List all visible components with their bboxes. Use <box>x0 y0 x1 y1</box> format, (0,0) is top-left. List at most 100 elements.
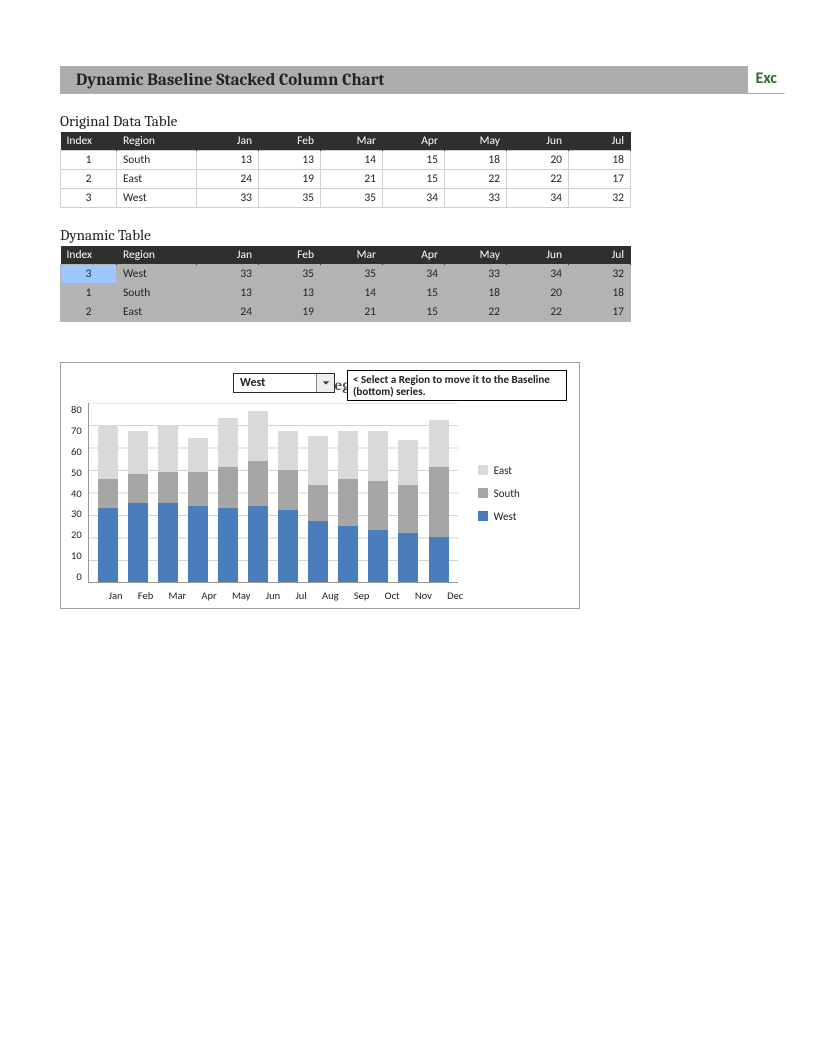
table-header-cell: Jun <box>507 246 569 265</box>
stacked-bar <box>158 425 178 583</box>
table-cell: East <box>117 303 197 322</box>
stacked-bar <box>248 411 268 582</box>
x-tick-label: Dec <box>447 589 463 602</box>
chart-hint-text: < Select a Region to move it to the Base… <box>353 373 550 398</box>
chart-y-axis: 80706050403020100 <box>71 403 88 583</box>
table-cell: 19 <box>259 170 321 189</box>
table-cell: 34 <box>507 265 569 284</box>
bar-segment-east <box>188 438 208 472</box>
table-cell: 32 <box>569 265 631 284</box>
table-header-cell: Region <box>117 246 197 265</box>
bar-segment-east <box>128 431 148 474</box>
table-cell: 15 <box>383 303 445 322</box>
bar-segment-east <box>308 436 328 486</box>
table-row[interactable]: 3West33353534333432 <box>61 265 631 284</box>
table-cell: 32 <box>569 189 631 208</box>
table-cell: 17 <box>569 303 631 322</box>
table-cell: 21 <box>321 170 383 189</box>
table-cell: 19 <box>259 303 321 322</box>
stacked-bar <box>128 431 148 582</box>
table-cell: 20 <box>507 151 569 170</box>
x-tick-label: Jun <box>266 589 280 602</box>
table-header-cell: Index <box>61 132 117 151</box>
stacked-bar <box>278 431 298 582</box>
x-tick-label: Aug <box>322 589 339 602</box>
x-tick-label: Oct <box>385 589 400 602</box>
table-cell: 21 <box>321 303 383 322</box>
bar-segment-west <box>128 503 148 582</box>
bar-segment-south <box>398 485 418 532</box>
table-cell: West <box>117 189 197 208</box>
dynamic-table-heading: Dynamic Table <box>60 226 757 244</box>
table-header-cell: Apr <box>383 246 445 265</box>
table-cell: 15 <box>383 170 445 189</box>
table-cell: 34 <box>383 189 445 208</box>
y-tick-label: 70 <box>71 424 82 437</box>
x-tick-label: Mar <box>168 589 186 602</box>
table-header-cell: Apr <box>383 132 445 151</box>
corner-tag: Exc <box>748 65 785 94</box>
table-header-cell: Mar <box>321 132 383 151</box>
legend-item: South <box>478 487 520 500</box>
y-tick-label: 40 <box>71 487 82 500</box>
table-cell: 3 <box>61 265 117 284</box>
bar-segment-south <box>248 461 268 506</box>
y-tick-label: 20 <box>71 528 82 541</box>
table-header-cell: May <box>445 246 507 265</box>
region-dropdown[interactable]: West <box>233 373 335 393</box>
bar-segment-south <box>188 472 208 506</box>
table-cell: 13 <box>259 151 321 170</box>
bar-segment-east <box>248 411 268 461</box>
table-row: 2East24192115222217 <box>61 170 631 189</box>
bar-segment-south <box>368 481 388 531</box>
bar-segment-east <box>158 425 178 472</box>
table-cell: 18 <box>445 151 507 170</box>
table-row[interactable]: 2East24192115222217 <box>61 303 631 322</box>
table-cell: West <box>117 265 197 284</box>
chart-legend: East South West <box>458 403 520 583</box>
table-cell: 13 <box>259 284 321 303</box>
chart-panel: Sales by Region West < Select a Region t… <box>60 362 580 609</box>
table-cell: 33 <box>197 189 259 208</box>
x-tick-label: Feb <box>138 589 153 602</box>
table-cell: 20 <box>507 284 569 303</box>
bar-segment-west <box>278 510 298 582</box>
bar-segment-west <box>398 533 418 583</box>
x-tick-label: Nov <box>415 589 432 602</box>
table-cell: 33 <box>445 265 507 284</box>
table-cell: 14 <box>321 151 383 170</box>
table-header-cell: Feb <box>259 132 321 151</box>
table-header-cell: Jul <box>569 132 631 151</box>
bar-segment-west <box>98 508 118 582</box>
legend-label: East <box>494 464 512 477</box>
y-tick-label: 50 <box>71 466 82 479</box>
stacked-bar <box>338 431 358 582</box>
table-cell: 24 <box>197 170 259 189</box>
table-cell: 3 <box>61 189 117 208</box>
legend-item: East <box>478 464 520 477</box>
bar-segment-south <box>98 479 118 508</box>
table-cell: East <box>117 170 197 189</box>
table-cell: 2 <box>61 170 117 189</box>
stacked-bar <box>188 438 208 582</box>
chart-hint-box: < Select a Region to move it to the Base… <box>347 370 567 401</box>
bar-segment-west <box>429 537 449 582</box>
bar-segment-south <box>429 467 449 537</box>
legend-swatch <box>478 511 488 521</box>
legend-label: West <box>494 510 517 523</box>
table-cell: 35 <box>321 189 383 208</box>
table-cell: 34 <box>507 189 569 208</box>
original-data-table: IndexRegionJanFebMarAprMayJunJul 1South1… <box>60 132 631 208</box>
x-tick-label: Apr <box>201 589 216 602</box>
legend-item: West <box>478 510 520 523</box>
table-header-cell: Mar <box>321 246 383 265</box>
table-cell: South <box>117 284 197 303</box>
table-header-cell: Jun <box>507 132 569 151</box>
bar-segment-west <box>368 530 388 582</box>
bar-segment-south <box>308 485 328 521</box>
y-tick-label: 80 <box>71 403 82 416</box>
table-row[interactable]: 1South13131415182018 <box>61 284 631 303</box>
stacked-bar <box>398 440 418 582</box>
y-tick-label: 0 <box>76 570 81 583</box>
bar-segment-east <box>338 431 358 478</box>
